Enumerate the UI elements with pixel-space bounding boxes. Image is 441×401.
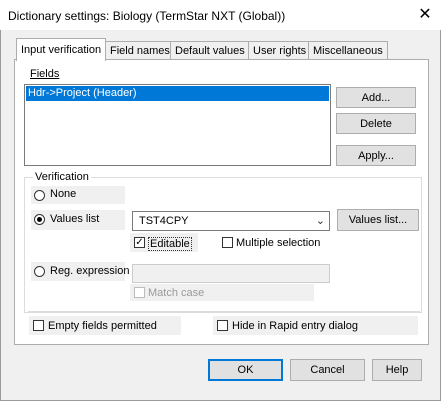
checkmark-icon: ✓ xyxy=(135,237,144,248)
values-list-button[interactable]: Values list... xyxy=(337,209,419,231)
hide-rapid-checkbox[interactable] xyxy=(217,320,228,331)
help-button[interactable]: Help xyxy=(372,359,422,381)
match-case-label: Match case xyxy=(148,287,205,299)
match-case-checkbox[interactable] xyxy=(134,287,145,298)
empty-fields-checkbox[interactable] xyxy=(33,320,44,331)
verification-label: Verification xyxy=(33,171,91,183)
multiple-selection-checkbox[interactable] xyxy=(222,237,233,248)
reg-expression-label: Reg. expression xyxy=(50,265,130,277)
multiple-selection-label: Multiple selection xyxy=(236,237,321,249)
ok-button[interactable]: OK xyxy=(208,359,283,381)
editable-label: Editable xyxy=(148,237,192,251)
delete-button[interactable]: Delete xyxy=(336,113,416,134)
separator xyxy=(28,311,420,312)
tab-input-verification[interactable]: Input verification xyxy=(16,38,107,61)
none-radio[interactable] xyxy=(34,190,45,201)
cancel-button[interactable]: Cancel xyxy=(290,359,365,381)
none-option-bg xyxy=(31,186,125,204)
close-icon[interactable]: ✕ xyxy=(413,5,437,25)
tab-user-rights[interactable]: User rights xyxy=(248,41,312,60)
add-button[interactable]: Add... xyxy=(336,87,416,108)
window-title: Dictionary settings: Biology (TermStar N… xyxy=(8,9,286,23)
values-list-combo-value: TST4CPY xyxy=(139,215,189,227)
reg-expression-input[interactable] xyxy=(132,264,330,283)
reg-expression-radio[interactable] xyxy=(34,266,45,277)
apply-button[interactable]: Apply... xyxy=(336,145,416,166)
hide-rapid-label: Hide in Rapid entry dialog xyxy=(232,320,358,332)
list-item[interactable]: Hdr->Project (Header) xyxy=(26,86,329,101)
fields-listbox[interactable]: Hdr->Project (Header) xyxy=(24,84,331,166)
empty-fields-label: Empty fields permitted xyxy=(48,320,157,332)
tab-miscellaneous[interactable]: Miscellaneous xyxy=(308,41,388,60)
values-list-radio[interactable] xyxy=(34,214,45,225)
fields-label: Fields xyxy=(30,68,60,80)
values-list-combo[interactable]: TST4CPY ⌄ xyxy=(132,211,330,231)
tab-default-values[interactable]: Default values xyxy=(170,41,250,60)
none-label: None xyxy=(50,188,77,200)
chevron-down-icon[interactable]: ⌄ xyxy=(316,214,325,227)
values-list-label: Values list xyxy=(50,213,100,225)
editable-checkbox[interactable]: ✓ xyxy=(134,237,145,248)
tab-field-names[interactable]: Field names xyxy=(105,41,175,60)
